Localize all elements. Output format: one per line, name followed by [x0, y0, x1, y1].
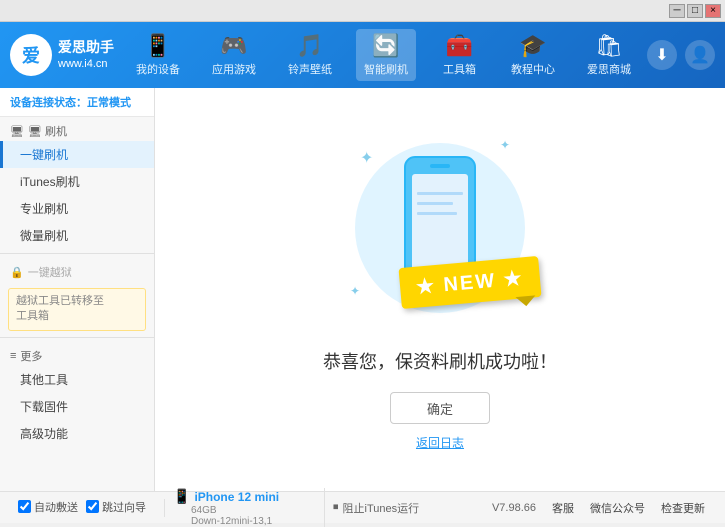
sidebar-item-micro-flash[interactable]: 微量刷机 — [0, 222, 154, 249]
sidebar-item-pro-flash[interactable]: 专业刷机 — [0, 195, 154, 222]
badge-ribbon — [515, 295, 536, 307]
nav-toolbox[interactable]: 🧰 工具箱 — [432, 29, 487, 81]
maximize-btn[interactable]: □ — [687, 4, 703, 18]
flash-icon: 🔄 — [372, 33, 399, 59]
minimize-btn[interactable]: ─ — [669, 4, 685, 18]
sidebar-item-one-click-flash[interactable]: 一键刷机 — [0, 141, 154, 168]
itunes-label: 阻止iTunes运行 — [343, 500, 420, 516]
auto-connect-input[interactable] — [18, 500, 31, 513]
close-btn[interactable]: × — [705, 4, 721, 18]
phone-illustration: ✦ ✦ ✦ — [330, 128, 550, 328]
new-badge-text: ★ NEW ★ — [399, 256, 542, 309]
connection-status: 设备连接状态：正常模式 — [0, 88, 154, 117]
stop-icon: ⏹ — [333, 501, 339, 514]
logo-area: 爱 爱思助手 www.i4.cn — [10, 34, 120, 76]
jailbreak-section-header: 🔒 一键越狱 — [0, 258, 154, 282]
title-bar: ─ □ × — [0, 0, 725, 22]
download-btn[interactable]: ⬇ — [647, 40, 677, 70]
main-container: 设备连接状态：正常模式 🖥 🖥 刷机 一键刷机 iTunes刷机 专业刷机 微量… — [0, 88, 725, 491]
jailbreak-notice: 越狱工具已转移至工具箱 — [8, 288, 146, 331]
more-section-header: ≡ 更多 — [0, 342, 154, 366]
phone-bg-circle: ★ NEW ★ — [355, 143, 525, 313]
skip-wizard-input[interactable] — [86, 500, 99, 513]
device-icon: 📱 — [144, 33, 171, 59]
header: 爱 爱思助手 www.i4.cn 📱 我的设备 🎮 应用游戏 🎵 铃声壁纸 🔄 … — [0, 22, 725, 88]
logo-text: 爱思助手 www.i4.cn — [58, 38, 114, 73]
auto-connect-checkbox[interactable]: 自动敷送 — [18, 499, 78, 515]
toolbox-icon: 🧰 — [446, 33, 473, 59]
itunes-section: ⏹ 阻止iTunes运行 — [325, 500, 427, 516]
nav-bar: 📱 我的设备 🎮 应用游戏 🎵 铃声壁纸 🔄 智能刷机 🧰 工具箱 🎓 教程中心… — [120, 29, 647, 81]
device-info-section: 📱 iPhone 12 mini 64GB Down-12mini-13,1 — [165, 488, 325, 527]
content-area: ✦ ✦ ✦ — [155, 88, 725, 491]
sidebar-item-download-firmware[interactable]: 下载固件 — [0, 393, 154, 420]
bottom-full: 自动敷送 跳过向导 📱 iPhone 12 mini 64GB Down-12m… — [10, 488, 715, 527]
sparkle-top-right: ✦ — [500, 138, 510, 152]
version-text: V7.98.66 — [492, 502, 536, 514]
bottom-bar: 自动敷送 跳过向导 📱 iPhone 12 mini 64GB Down-12m… — [0, 491, 725, 523]
tutorial-icon: 🎓 — [519, 33, 546, 59]
bottom-left-section: 自动敷送 跳过向导 — [10, 499, 165, 517]
sidebar-item-advanced[interactable]: 高级功能 — [0, 420, 154, 447]
device-storage: 64GB — [173, 505, 316, 516]
wechat-official-link[interactable]: 微信公众号 — [590, 500, 645, 516]
back-link[interactable]: 返回日志 — [416, 434, 464, 451]
more-icon: ≡ — [10, 350, 16, 362]
sparkle-top-left: ✦ — [360, 148, 373, 168]
nav-tutorial[interactable]: 🎓 教程中心 — [503, 29, 563, 81]
customer-service-link[interactable]: 客服 — [552, 500, 574, 516]
ringtone-icon: 🎵 — [296, 33, 323, 59]
header-right: ⬇ 👤 — [647, 40, 715, 70]
logo-icon: 爱 — [10, 34, 52, 76]
skip-wizard-checkbox[interactable]: 跳过向导 — [86, 499, 146, 515]
monitor-icon: 🖥 — [10, 125, 24, 138]
lock-icon: 🔒 — [10, 266, 24, 279]
new-badge-wrapper: ★ NEW ★ — [400, 262, 540, 303]
nav-mall[interactable]: 🛍 爱思商城 — [579, 29, 639, 81]
checkbox-row: 自动敷送 跳过向导 — [18, 499, 156, 515]
flash-section-header: 🖥 🖥 刷机 — [0, 117, 154, 141]
phone-small-icon: 📱 — [173, 488, 190, 505]
divider-2 — [0, 337, 154, 338]
device-model: Down-12mini-13,1 — [173, 516, 316, 527]
confirm-button[interactable]: 确定 — [390, 392, 490, 424]
divider-1 — [0, 253, 154, 254]
nav-app-game[interactable]: 🎮 应用游戏 — [204, 29, 264, 81]
mall-icon: 🛍 — [595, 33, 623, 59]
nav-smart-flash[interactable]: 🔄 智能刷机 — [356, 29, 416, 81]
nav-ringtone[interactable]: 🎵 铃声壁纸 — [280, 29, 340, 81]
sidebar-item-other-tools[interactable]: 其他工具 — [0, 366, 154, 393]
device-name: iPhone 12 mini — [194, 490, 279, 504]
check-update-link[interactable]: 检查更新 — [661, 500, 705, 516]
congrats-text: 恭喜您，保资料刷机成功啦！ — [323, 348, 557, 374]
sparkle-bottom-left: ✦ — [350, 284, 360, 298]
sidebar: 设备连接状态：正常模式 🖥 🖥 刷机 一键刷机 iTunes刷机 专业刷机 微量… — [0, 88, 155, 491]
nav-my-device[interactable]: 📱 我的设备 — [128, 29, 188, 81]
user-btn[interactable]: 👤 — [685, 40, 715, 70]
sidebar-item-itunes-flash[interactable]: iTunes刷机 — [0, 168, 154, 195]
appgame-icon: 🎮 — [220, 33, 247, 59]
bottom-right-section: V7.98.66 客服 微信公众号 检查更新 — [427, 500, 715, 516]
